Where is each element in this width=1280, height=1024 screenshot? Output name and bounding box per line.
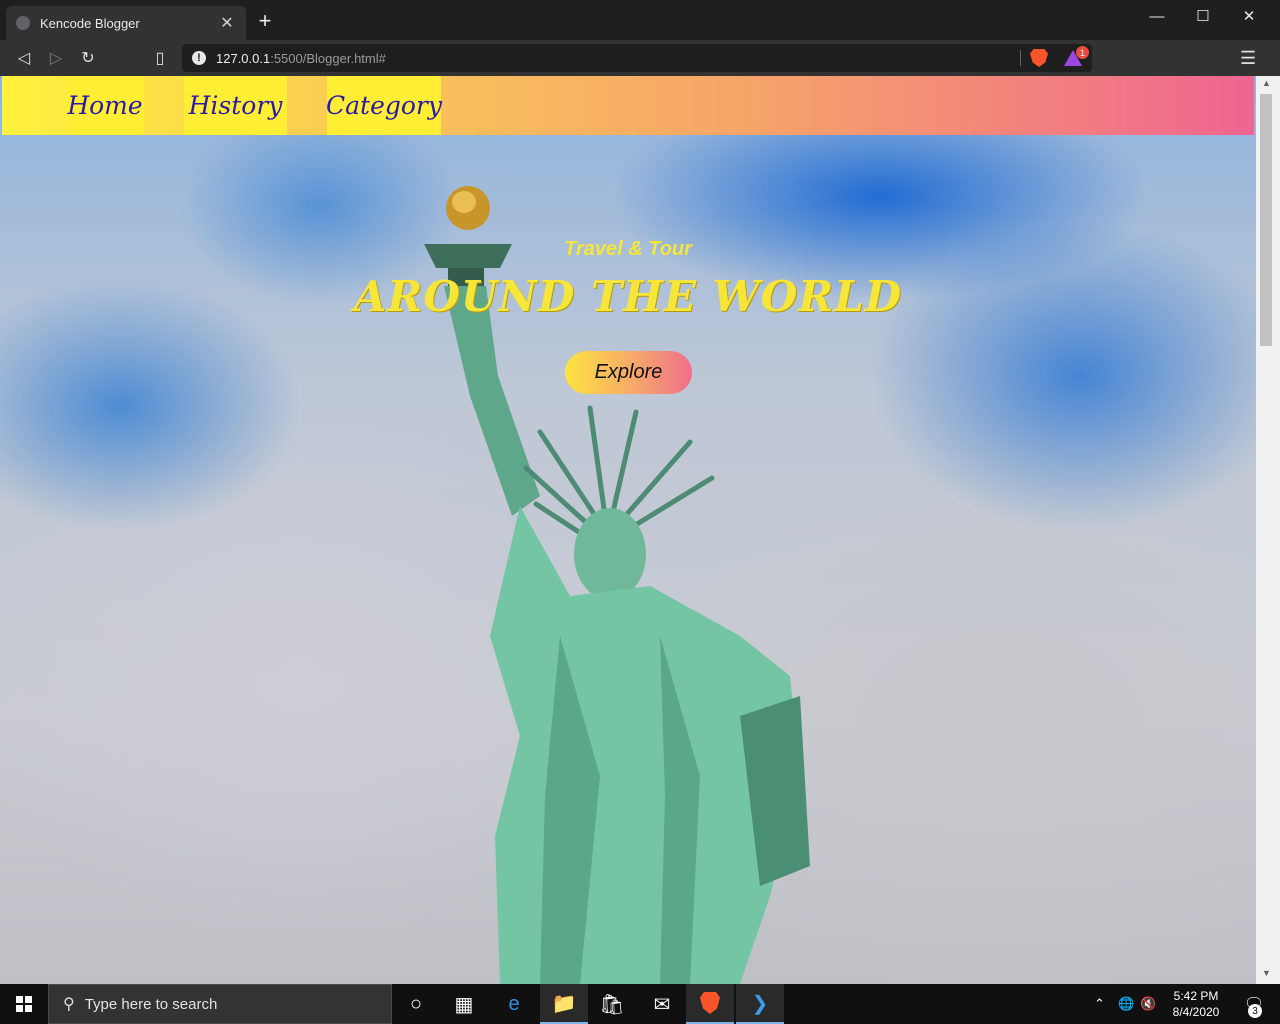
windows-taskbar: ⚲ Type here to search ○ ▦ e 📁 🛍 ✉ ❯ ⌃ 🌐 … bbox=[0, 984, 1280, 1024]
rewards-badge: 1 bbox=[1076, 46, 1089, 59]
scroll-down-icon[interactable]: ▼ bbox=[1262, 968, 1271, 978]
maximize-button[interactable]: ☐ bbox=[1180, 0, 1226, 32]
brave-browser-icon[interactable] bbox=[686, 984, 734, 1024]
globe-icon bbox=[16, 16, 30, 30]
close-tab-icon[interactable]: ✕ bbox=[218, 13, 236, 33]
network-icon[interactable]: 🌐 bbox=[1118, 984, 1134, 1024]
search-icon: ⚲ bbox=[63, 996, 75, 1013]
file-explorer-icon[interactable]: 📁 bbox=[540, 984, 588, 1024]
hero-subtitle: Travel & Tour bbox=[564, 238, 692, 260]
top-navbar: Home History Category bbox=[2, 76, 1254, 135]
forward-icon[interactable]: ▷ bbox=[44, 46, 68, 70]
nav-link-home[interactable]: Home bbox=[66, 76, 144, 135]
nav-link-history[interactable]: History bbox=[184, 76, 287, 135]
notification-badge: 3 bbox=[1248, 1004, 1262, 1018]
back-icon[interactable]: ◁ bbox=[12, 46, 36, 70]
url-path: :5500/Blogger.html# bbox=[270, 50, 386, 66]
page-viewport: Home History Category Travel & Tour AROU… bbox=[0, 76, 1256, 984]
browser-titlebar: Kencode Blogger ✕ + — ☐ ✕ bbox=[0, 0, 1280, 40]
vscode-icon[interactable]: ❯ bbox=[736, 984, 784, 1024]
page-scrollbar[interactable]: ▲ ▼ bbox=[1256, 76, 1280, 984]
minimize-button[interactable]: — bbox=[1134, 0, 1180, 32]
menu-icon[interactable]: ☰ bbox=[1240, 48, 1256, 69]
browser-tab[interactable]: Kencode Blogger ✕ bbox=[6, 6, 246, 40]
start-button[interactable] bbox=[0, 984, 48, 1024]
mail-icon[interactable]: ✉ bbox=[638, 984, 686, 1024]
address-bar[interactable]: ! 127.0.0.1 :5500/Blogger.html# 1 bbox=[182, 44, 1092, 72]
site-info-icon[interactable]: ! bbox=[192, 51, 206, 65]
url-host: 127.0.0.1 bbox=[216, 50, 271, 66]
explore-button[interactable]: Explore bbox=[565, 351, 692, 394]
edge-icon[interactable]: e bbox=[490, 984, 538, 1024]
brave-shields-icon[interactable] bbox=[1030, 49, 1048, 67]
clock-date: 8/4/2020 bbox=[1172, 1005, 1220, 1019]
reload-icon[interactable]: ↻ bbox=[76, 46, 100, 70]
new-tab-button[interactable]: + bbox=[254, 10, 276, 32]
task-view-icon[interactable]: ▦ bbox=[440, 984, 488, 1024]
search-placeholder: Type here to search bbox=[84, 995, 218, 1013]
browser-toolbar: ◁ ▷ ↻ ▯ ! 127.0.0.1 :5500/Blogger.html# … bbox=[0, 40, 1280, 76]
nav-link-category[interactable]: Category bbox=[326, 76, 442, 135]
url-separator bbox=[1020, 50, 1021, 66]
system-clock[interactable]: 5:42 PM 8/4/2020 bbox=[1168, 988, 1224, 1020]
scroll-up-icon[interactable]: ▲ bbox=[1262, 78, 1271, 88]
bookmark-icon[interactable]: ▯ bbox=[148, 46, 172, 70]
volume-muted-icon[interactable]: 🔇 bbox=[1140, 984, 1156, 1024]
scroll-thumb[interactable] bbox=[1260, 94, 1272, 346]
show-hidden-icons-icon[interactable]: ⌃ bbox=[1094, 984, 1105, 1024]
store-icon[interactable]: 🛍 bbox=[588, 984, 636, 1024]
clock-time: 5:42 PM bbox=[1173, 989, 1219, 1003]
windows-logo-icon bbox=[16, 996, 32, 1012]
hero-title: AROUND THE WORLD bbox=[353, 272, 903, 321]
close-window-button[interactable]: ✕ bbox=[1226, 0, 1272, 32]
statue-of-liberty-image bbox=[424, 186, 810, 984]
cortana-icon[interactable]: ○ bbox=[392, 984, 440, 1024]
taskbar-search-box[interactable]: ⚲ Type here to search bbox=[48, 984, 392, 1024]
tab-title: Kencode Blogger bbox=[40, 15, 140, 31]
